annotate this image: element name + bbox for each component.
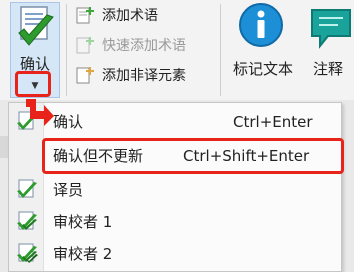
note-label: 注释: [312, 60, 343, 78]
menu-item-reviewer-2[interactable]: 审校者 2: [9, 241, 341, 267]
quick-add-term-icon: [76, 37, 94, 54]
menu-item-label: 译员: [53, 181, 84, 199]
ribbon-separator: [220, 4, 221, 96]
document-check-icon: [18, 6, 54, 46]
note-icon: [311, 9, 351, 49]
menu-item-confirm[interactable]: 确认 Ctrl+Enter: [9, 109, 341, 135]
red-arrow-icon: [26, 99, 54, 126]
menu-item-label: 确认: [53, 113, 84, 131]
add-term-button[interactable]: 添加术语: [76, 4, 158, 26]
mark-text-button[interactable]: 标记文本: [226, 2, 300, 82]
add-term-label: 添加术语: [102, 8, 158, 24]
menu-item-translator[interactable]: 译员: [9, 177, 341, 203]
menu-item-shortcut: Ctrl+Enter: [233, 113, 313, 131]
left-edge-tab: [0, 136, 8, 158]
ribbon-toolbar: 确认 ▼ 添加术语 快速添加术语 添加非译元素 标记文本 注释: [0, 0, 354, 100]
mark-text-label: 标记文本: [232, 60, 293, 78]
add-term-icon: [76, 7, 94, 24]
add-non-translatable-icon: [76, 67, 94, 84]
add-non-translatable-button[interactable]: 添加非译元素: [76, 64, 186, 86]
add-non-translatable-label: 添加非译元素: [102, 68, 186, 84]
quick-add-term-button[interactable]: 快速添加术语: [76, 34, 186, 56]
menu-item-label: 审校者 2: [53, 245, 113, 263]
note-button[interactable]: 注释: [302, 2, 354, 82]
menu-item-reviewer-1[interactable]: 审校者 1: [9, 209, 341, 235]
menu-highlight-box: [42, 138, 344, 174]
document-check-icon: [17, 179, 37, 198]
ribbon-separator: [66, 4, 67, 96]
confirm-dropdown-menu: 确认 Ctrl+Enter 确认但不更新 Ctrl+Shift+Enter 译员…: [8, 102, 342, 272]
document-double-check-icon: [17, 211, 37, 230]
quick-add-term-label: 快速添加术语: [102, 38, 186, 54]
info-icon: [239, 3, 283, 47]
menu-item-label: 审校者 1: [53, 213, 113, 231]
dropdown-highlight-box: [15, 71, 51, 97]
document-triple-check-icon: [17, 243, 38, 263]
